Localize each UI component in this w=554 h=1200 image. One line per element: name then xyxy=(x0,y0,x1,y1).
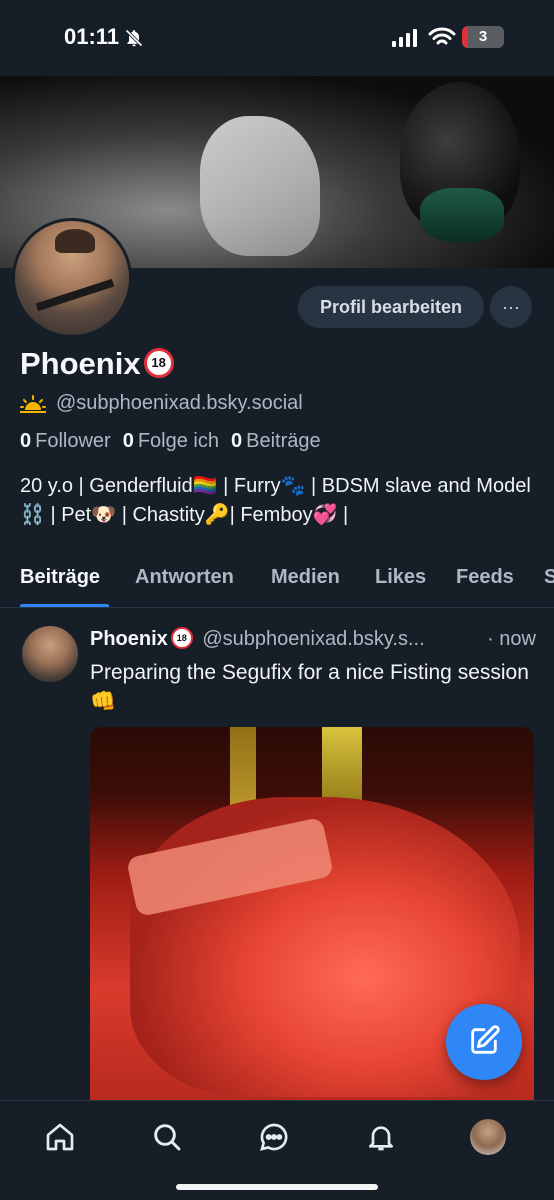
home-icon xyxy=(46,1123,74,1151)
post-timestamp: · now xyxy=(487,628,536,650)
tab-more[interactable]: S xyxy=(544,566,554,589)
bell-icon xyxy=(369,1126,393,1151)
following-stat[interactable]: 0 Folge ich xyxy=(123,430,219,453)
profile-handle[interactable]: @subphoenixad.bsky.social xyxy=(56,392,303,415)
nav-profile-avatar[interactable] xyxy=(470,1119,506,1155)
post-author-handle[interactable]: @subphoenixad.bsky.s... xyxy=(202,628,424,650)
avatar-strap xyxy=(35,278,115,312)
compose-post-button[interactable] xyxy=(446,1004,522,1080)
bell-off-icon xyxy=(125,29,143,47)
followers-stat[interactable]: 0 Follower xyxy=(20,430,111,453)
status-bar: 01:11 3 xyxy=(0,0,554,76)
avatar-hair xyxy=(55,229,95,253)
wifi-icon xyxy=(428,27,456,45)
tab-posts[interactable]: Beiträge xyxy=(20,566,100,589)
tab-media[interactable]: Medien xyxy=(271,566,340,589)
post-author-avatar[interactable] xyxy=(22,626,78,682)
post-header: Phoenix 18 @subphoenixad.bsky.s... · now xyxy=(90,626,536,651)
nav-home[interactable] xyxy=(42,1119,78,1155)
posts-stat: 0 Beiträge xyxy=(230,430,321,452)
profile-stats: 0 Follower 0 Folge ich 0 Beiträge xyxy=(20,430,321,453)
profile-bio: 20 y.o | Genderfluid🏳️‍🌈 | Furry🐾 | BDSM… xyxy=(20,475,531,526)
profile-display-name: Phoenix 18 xyxy=(20,346,174,382)
active-tab-indicator xyxy=(20,604,109,607)
home-indicator xyxy=(176,1184,378,1190)
tab-feeds[interactable]: Feeds xyxy=(456,566,514,589)
signal-icon xyxy=(392,29,417,47)
profile-avatar[interactable] xyxy=(12,218,132,338)
search-icon xyxy=(154,1124,181,1151)
battery-icon: 3 xyxy=(462,26,504,48)
post-author-name[interactable]: Phoenix xyxy=(90,628,168,650)
nav-chat[interactable] xyxy=(256,1119,292,1155)
compose-icon xyxy=(471,1024,500,1054)
post-text: Preparing the Segufix for a nice Fisting… xyxy=(90,661,529,713)
tab-likes[interactable]: Likes xyxy=(375,566,426,589)
chat-icon xyxy=(260,1123,288,1151)
post-adult-badge-icon: 18 xyxy=(170,626,193,649)
sunrise-icon xyxy=(20,394,46,413)
profile-tabs: Beiträge Antworten Medien Likes Feeds S xyxy=(0,560,554,608)
nav-search[interactable] xyxy=(149,1119,185,1155)
adult-badge-icon: 18 xyxy=(143,347,174,378)
nav-notifications[interactable] xyxy=(363,1119,399,1155)
profile-handle-row: @subphoenixad.bsky.social xyxy=(20,392,303,415)
battery-level: 3 xyxy=(478,28,488,45)
tab-replies[interactable]: Antworten xyxy=(135,566,234,589)
more-options-button[interactable]: ··· xyxy=(490,286,532,328)
banner-rope-detail xyxy=(200,116,320,256)
status-time: 01:11 xyxy=(64,24,120,49)
display-name-text: Phoenix xyxy=(20,346,141,381)
banner-muzzle-detail xyxy=(420,188,504,242)
edit-profile-button[interactable]: Profil bearbeiten xyxy=(298,286,484,328)
